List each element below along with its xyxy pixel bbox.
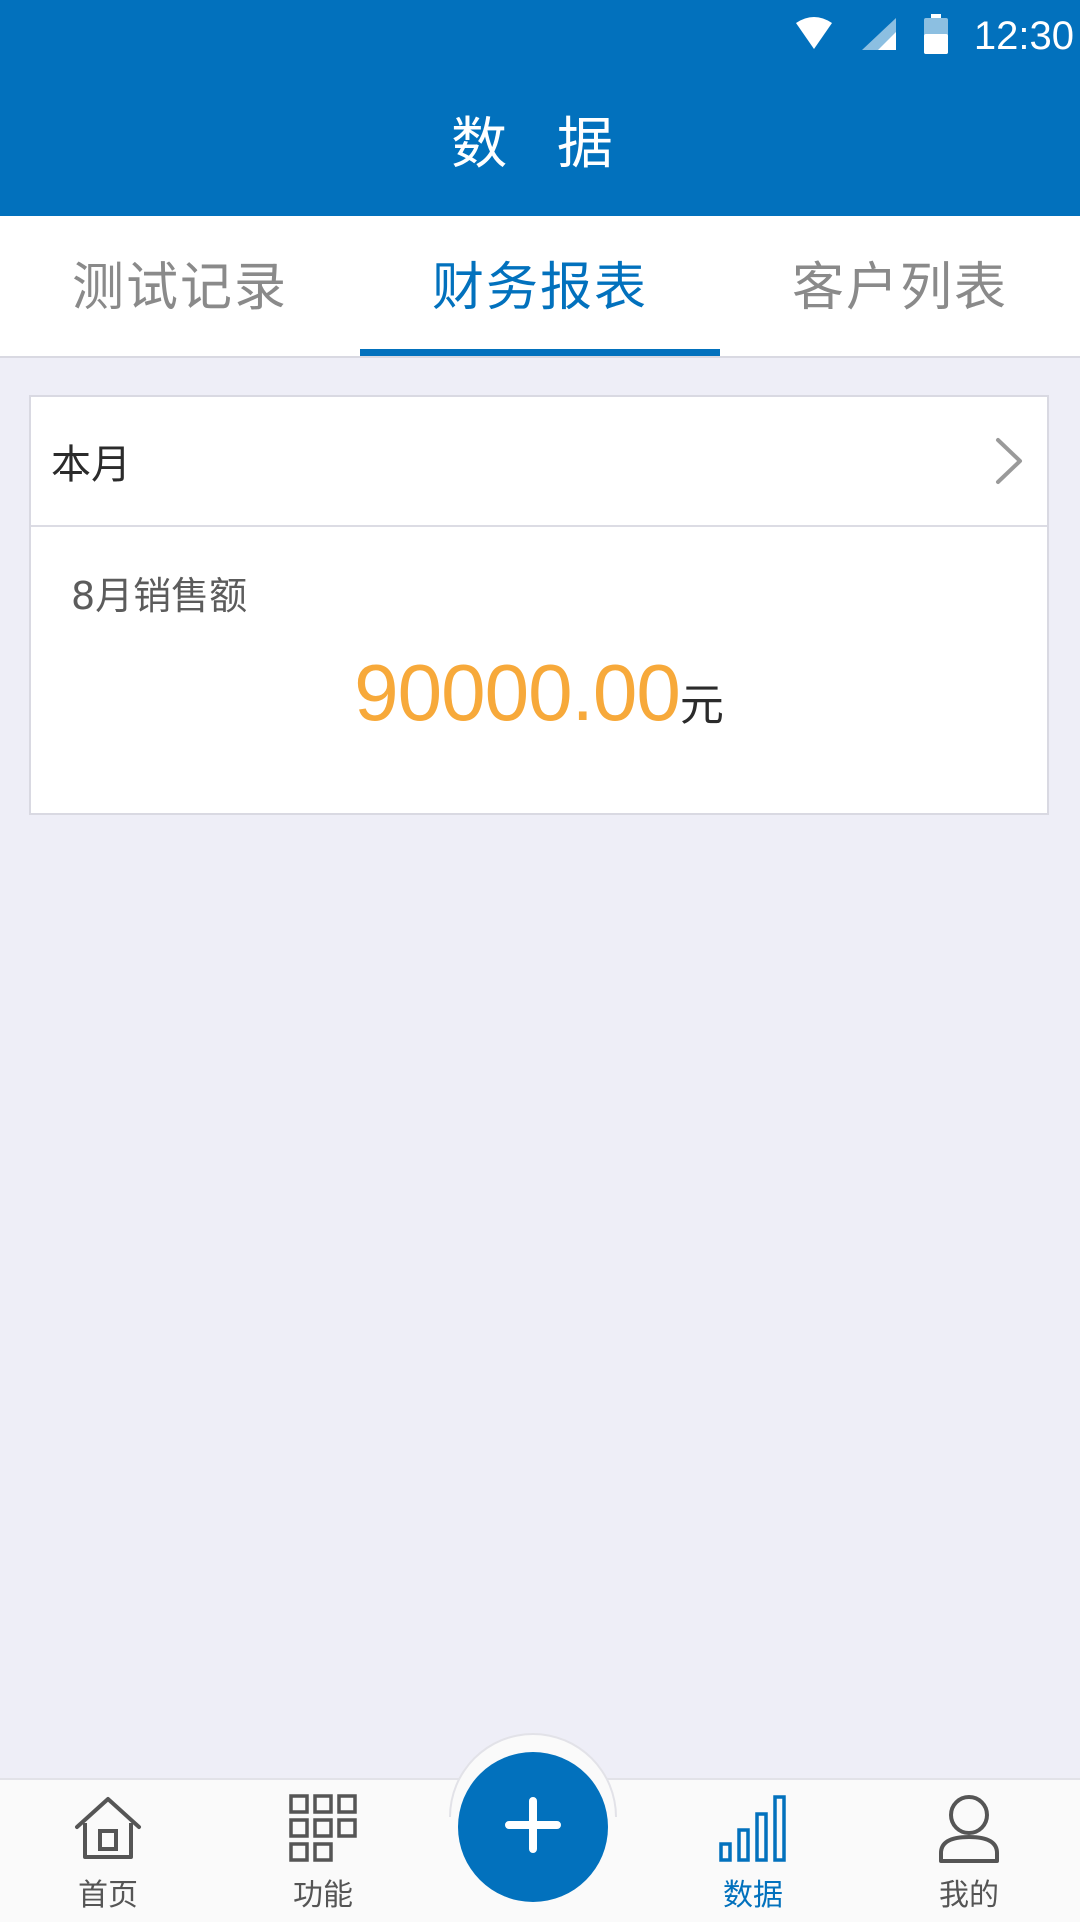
sales-amount: 90000.00 [354, 648, 681, 737]
tab-customer-list[interactable]: 客户列表 [720, 216, 1080, 356]
period-label: 本月 [51, 442, 131, 488]
nav-label-data: 数据 [723, 1878, 783, 1913]
tab-financial-report[interactable]: 财务报表 [360, 216, 720, 356]
period-selector[interactable]: 本月 [31, 397, 1047, 527]
status-bar: 12:30 [0, 0, 1080, 72]
grid-icon [285, 1790, 361, 1866]
sales-card: 本月 8月销售额 90000.00 元 [29, 395, 1049, 815]
status-icons: 12:30 [794, 6, 1074, 66]
nav-label-functions: 功能 [293, 1878, 353, 1913]
sales-amount-row: 90000.00 元 [31, 647, 1047, 739]
chevron-right-icon [989, 431, 1029, 491]
signal-icon [860, 16, 898, 56]
nav-label-home: 首页 [78, 1878, 138, 1913]
sales-unit: 元 [679, 680, 724, 731]
title-bar: 数 据 [0, 72, 1080, 216]
wifi-icon [794, 17, 834, 55]
tab-test-records[interactable]: 测试记录 [0, 216, 360, 356]
nav-item-data[interactable]: 数据 [673, 1790, 833, 1920]
battery-icon [923, 14, 948, 58]
sales-label: 8月销售额 [71, 574, 248, 618]
nav-item-functions[interactable]: 功能 [243, 1790, 403, 1920]
nav-label-profile: 我的 [939, 1878, 999, 1913]
user-icon [931, 1790, 1007, 1866]
plus-icon [503, 1795, 563, 1859]
sales-summary: 8月销售额 90000.00 元 [31, 527, 1047, 815]
nav-item-profile[interactable]: 我的 [889, 1790, 1049, 1920]
tab-bar: 测试记录 财务报表 客户列表 [0, 216, 1080, 358]
add-button[interactable] [458, 1752, 608, 1902]
bar-chart-icon [715, 1790, 791, 1866]
nav-item-home[interactable]: 首页 [28, 1790, 188, 1920]
status-time: 12:30 [973, 13, 1074, 58]
page-title: 数 据 [451, 111, 629, 177]
home-icon [70, 1790, 146, 1866]
